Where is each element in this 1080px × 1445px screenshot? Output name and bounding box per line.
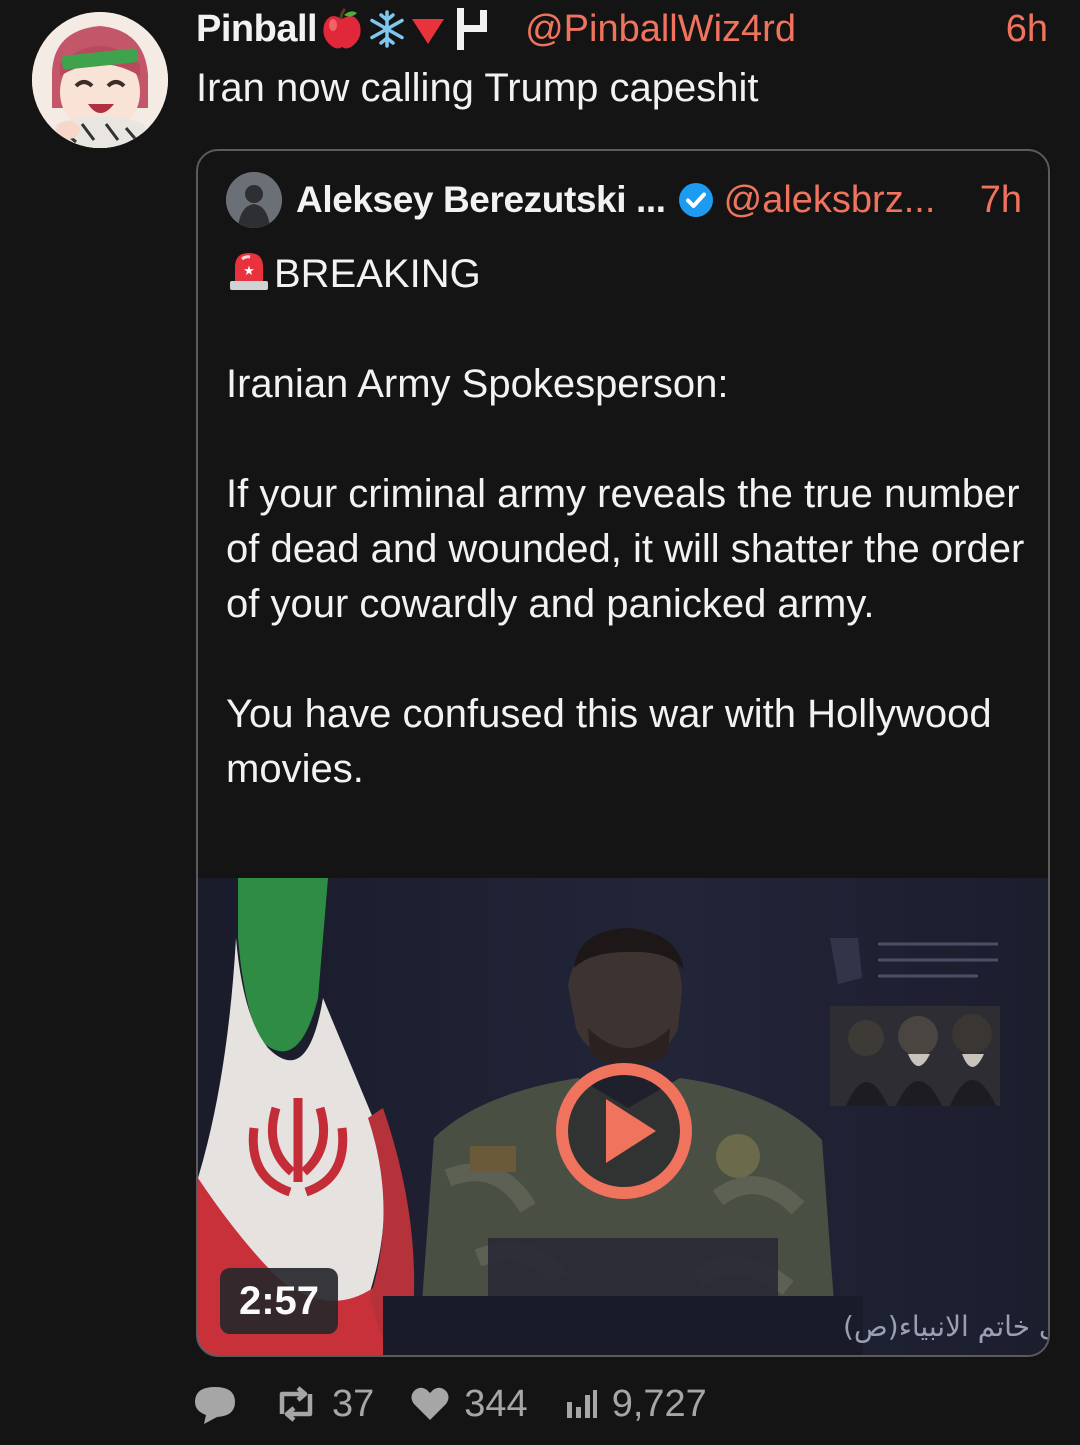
views-count: 9,727: [611, 1382, 707, 1425]
quoted-author-handle[interactable]: @aleksbrz...: [724, 179, 936, 222]
post-header: Pinball @PinballWiz4rd 6h: [196, 6, 1048, 52]
reply-button[interactable]: [192, 1383, 252, 1425]
snowflake-icon: [370, 10, 404, 48]
like-count: 344: [464, 1382, 528, 1425]
apple-icon: [323, 7, 361, 49]
quoted-post-timestamp[interactable]: 7h: [980, 179, 1022, 222]
repost-count: 37: [332, 1382, 375, 1425]
verified-badge-icon: [678, 183, 713, 217]
views-button[interactable]: 9,727: [564, 1383, 707, 1426]
author-avatar[interactable]: [32, 12, 168, 148]
author-handle[interactable]: @PinballWiz4rd: [525, 8, 796, 51]
repost-button[interactable]: 37: [274, 1383, 374, 1426]
video-duration-badge: 2:57: [220, 1268, 338, 1334]
name-emoji-group: [319, 6, 495, 52]
speech-bubble-icon: [195, 1387, 235, 1424]
siren-icon: ★: [230, 253, 268, 290]
person-silhouette-image: [226, 172, 282, 228]
quoted-post[interactable]: Aleksey Berezutski ... @aleksbrz... 7h ★…: [196, 149, 1050, 1357]
breaking-label: BREAKING: [274, 252, 481, 296]
quoted-paragraph: You have confused this war with Hollywoo…: [226, 692, 992, 791]
anime-avatar-image: [32, 12, 168, 148]
video-player[interactable]: قرارگاه مرکزی خاتم الانبیاء(ص) 2:57: [198, 878, 1048, 1355]
post-actions-bar: 37 344 9,727: [192, 1378, 707, 1430]
bar-chart-icon: [566, 1390, 597, 1418]
quoted-paragraph: If your criminal army reveals the true n…: [226, 472, 1025, 626]
quoted-author-name[interactable]: Aleksey Berezutski ...: [296, 179, 666, 221]
breaking-line: ★ BREAKING: [226, 247, 1026, 302]
lower-third-caption: قرارگاه مرکزی خاتم الانبیاء(ص): [843, 1310, 1048, 1343]
quoted-post-header: Aleksey Berezutski ... @aleksbrz... 7h: [226, 171, 1022, 229]
quoted-post-body: ★ BREAKING Iranian Army Spokesperson: If…: [226, 247, 1026, 797]
post-text: Iran now calling Trump capeshit: [196, 66, 759, 110]
red-triangle-icon: [412, 19, 445, 44]
heart-icon: [411, 1387, 449, 1420]
post-timestamp[interactable]: 6h: [1006, 8, 1048, 51]
quoted-paragraph: Iranian Army Spokesperson:: [226, 362, 729, 406]
svg-text:★: ★: [243, 264, 255, 279]
repost-icon: [279, 1386, 313, 1422]
author-display-name[interactable]: Pinball: [196, 8, 318, 51]
like-button[interactable]: 344: [410, 1382, 528, 1426]
play-icon[interactable]: [554, 1061, 694, 1201]
quoted-author-avatar[interactable]: [226, 172, 282, 228]
flag-icon: [457, 8, 488, 50]
